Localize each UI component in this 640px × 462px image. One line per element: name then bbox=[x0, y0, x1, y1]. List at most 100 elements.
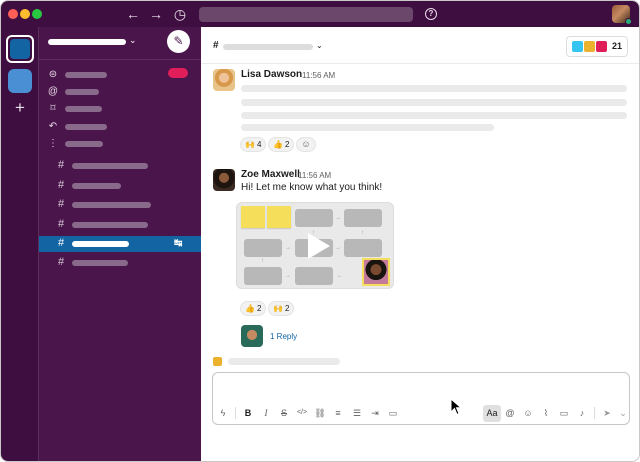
sidebar-channel-active[interactable]: # ↹ bbox=[39, 236, 201, 252]
compose-button[interactable]: ✎ bbox=[167, 30, 190, 53]
member-list-button[interactable]: 21 bbox=[566, 36, 628, 57]
reaction-pill[interactable]: 🙌 4 bbox=[240, 137, 267, 152]
sidebar-item-connect[interactable]: ↶ bbox=[39, 120, 201, 134]
sidebar-channel[interactable]: # bbox=[39, 255, 201, 271]
video-icon[interactable]: ▭ bbox=[557, 406, 571, 420]
workspace-logo bbox=[10, 39, 30, 59]
avatar[interactable] bbox=[213, 69, 235, 91]
typing-indicator-icon bbox=[213, 357, 222, 366]
sidebar-channel[interactable]: # bbox=[39, 178, 201, 194]
minimize-window-button[interactable] bbox=[20, 9, 30, 19]
thumbs-up-icon: 👍 bbox=[273, 140, 283, 149]
channel-sidebar: ⌄ ✎ ⊜ @ ⌑ ↶ ⋮ # # # # # ↹ # bbox=[39, 27, 201, 461]
bold-button[interactable]: B bbox=[241, 406, 255, 420]
formatting-button[interactable]: Aa bbox=[483, 405, 501, 422]
help-icon[interactable]: ? bbox=[425, 8, 437, 20]
microphone-icon[interactable]: ♪ bbox=[575, 406, 589, 420]
chevron-down-icon[interactable]: ⌄ bbox=[129, 35, 137, 46]
sidebar-item-mentions[interactable]: @ bbox=[39, 85, 201, 99]
code-block-icon[interactable]: ▭ bbox=[386, 406, 400, 420]
video-attachment[interactable]: → → → → ← ↑ ↑ ↑ bbox=[236, 202, 394, 289]
mentions-icon: @ bbox=[47, 86, 59, 97]
zoom-window-button[interactable] bbox=[32, 9, 42, 19]
emoji-icon[interactable]: ☺ bbox=[521, 406, 535, 420]
hash-icon: # bbox=[58, 218, 65, 230]
presence-indicator bbox=[625, 18, 632, 25]
channel-name bbox=[72, 163, 148, 169]
link-icon[interactable]: ⛓ bbox=[313, 406, 327, 420]
message-input[interactable] bbox=[213, 373, 629, 400]
diagram-box bbox=[295, 209, 333, 227]
strikethrough-button[interactable]: S bbox=[277, 406, 291, 420]
code-button[interactable]: </> bbox=[295, 406, 309, 420]
send-options-chevron-icon[interactable]: ⌄ bbox=[616, 406, 630, 420]
hash-icon: # bbox=[58, 179, 65, 191]
sidebar-channel[interactable]: # bbox=[39, 158, 201, 174]
user-avatar[interactable] bbox=[612, 5, 632, 25]
reaction-count: 2 bbox=[284, 304, 290, 313]
sidebar-item-threads[interactable]: ⊜ bbox=[39, 68, 201, 82]
message-timestamp[interactable]: 11:56 AM bbox=[298, 171, 331, 180]
message-sender[interactable]: Lisa Dawson bbox=[241, 69, 302, 80]
sidebar-item-label bbox=[65, 72, 107, 78]
reaction-pill[interactable]: 👍 2 bbox=[268, 137, 295, 152]
chevron-down-icon[interactable]: ⌄ bbox=[316, 41, 323, 50]
sidebar-item-label bbox=[65, 124, 107, 130]
workspace-icon-secondary[interactable] bbox=[8, 69, 32, 93]
hash-icon: # bbox=[58, 159, 65, 171]
arrow-right-icon: → bbox=[285, 245, 291, 251]
add-workspace-button[interactable]: + bbox=[11, 99, 29, 117]
sidebar-channel[interactable]: # bbox=[39, 197, 201, 213]
sidebar-item-saved[interactable]: ⌑ bbox=[39, 102, 201, 116]
reaction-count: 4 bbox=[256, 140, 262, 149]
message-text-placeholder bbox=[241, 124, 494, 131]
attach-icon[interactable]: ⌇ bbox=[539, 406, 553, 420]
bulleted-list-icon[interactable]: ☰ bbox=[350, 406, 364, 420]
ordered-list-icon[interactable]: ≡ bbox=[331, 406, 345, 420]
arrow-right-icon: → bbox=[335, 245, 341, 251]
avatar[interactable] bbox=[213, 169, 235, 191]
workspace-name[interactable] bbox=[48, 39, 126, 45]
forward-arrow-icon[interactable]: → bbox=[146, 4, 166, 24]
close-window-button[interactable] bbox=[8, 9, 18, 19]
diagram-box bbox=[244, 239, 282, 257]
channel-name bbox=[72, 183, 121, 189]
italic-button[interactable]: I bbox=[259, 406, 273, 420]
thumbs-up-icon: 👍 bbox=[245, 304, 255, 313]
reply-count-link[interactable]: 1 Reply bbox=[270, 332, 297, 341]
member-count: 21 bbox=[612, 41, 623, 51]
message-timestamp[interactable]: 11:56 AM bbox=[302, 71, 335, 80]
sticky-note bbox=[267, 206, 291, 228]
channel-name bbox=[72, 260, 128, 266]
toolbar-divider bbox=[235, 407, 236, 419]
send-icon[interactable]: ➤ bbox=[600, 406, 614, 420]
saved-icon: ⌑ bbox=[50, 103, 56, 114]
arrow-left-icon: ← bbox=[337, 273, 343, 279]
search-bar[interactable] bbox=[199, 7, 413, 22]
diagram-box bbox=[295, 267, 333, 285]
message-sender[interactable]: Zoe Maxwell bbox=[241, 169, 300, 180]
channel-name bbox=[72, 222, 148, 228]
member-avatar bbox=[595, 40, 608, 53]
raised-hands-icon: 🙌 bbox=[273, 304, 283, 313]
play-icon[interactable] bbox=[300, 230, 332, 262]
channel-title[interactable] bbox=[223, 44, 313, 50]
workspace-icon-active[interactable] bbox=[6, 35, 34, 63]
sidebar-channel[interactable]: # bbox=[39, 217, 201, 233]
channels-browse-icon: ↶ bbox=[48, 121, 58, 132]
reaction-pill[interactable]: 👍 2 bbox=[240, 301, 267, 316]
shortcuts-icon[interactable]: ϟ bbox=[216, 406, 230, 420]
arrow-up-icon: ↑ bbox=[261, 258, 264, 264]
back-arrow-icon[interactable]: ← bbox=[123, 4, 143, 24]
reaction-pill[interactable]: 🙌 2 bbox=[268, 301, 295, 316]
reaction-count: 2 bbox=[256, 304, 262, 313]
message-text-placeholder bbox=[241, 85, 627, 92]
mention-icon[interactable]: @ bbox=[503, 406, 517, 420]
avatar bbox=[241, 325, 263, 347]
sticky-note bbox=[241, 206, 265, 228]
mouse-cursor-icon bbox=[450, 398, 462, 416]
history-clock-icon[interactable]: ◷ bbox=[170, 4, 190, 24]
add-reaction-icon[interactable]: ☺ bbox=[296, 137, 316, 152]
sidebar-item-more[interactable]: ⋮ bbox=[39, 137, 201, 151]
indent-icon[interactable]: ⇥ bbox=[368, 406, 382, 420]
